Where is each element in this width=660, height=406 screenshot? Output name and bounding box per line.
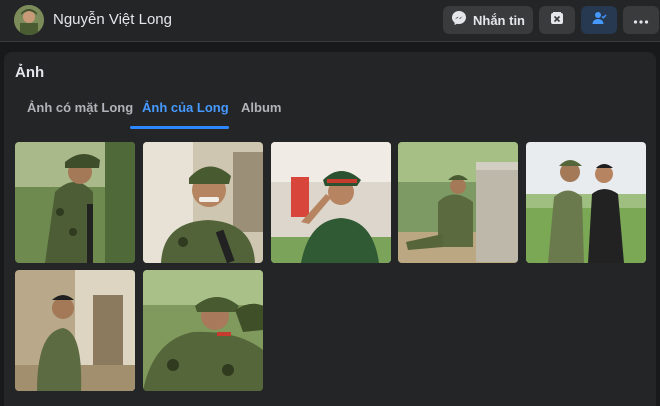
more-icon (633, 11, 649, 29)
active-tab-indicator (130, 126, 229, 129)
more-options-button[interactable] (623, 6, 659, 34)
photo-thumbnail[interactable] (143, 270, 263, 391)
message-button-label: Nhắn tin (473, 12, 525, 28)
photo-thumbnail[interactable] (398, 142, 518, 263)
tab-photos-of-long[interactable]: Ảnh có mặt Long (27, 100, 133, 115)
tab-photos-by-long[interactable]: Ảnh của Long (142, 100, 229, 115)
message-button[interactable]: Nhắn tin (443, 6, 533, 34)
friends-button[interactable] (581, 6, 617, 34)
photo-thumbnail[interactable] (143, 142, 263, 263)
archive-button[interactable] (539, 6, 575, 34)
photo-thumbnail[interactable] (15, 142, 135, 263)
avatar[interactable] (14, 5, 44, 35)
archive-icon (550, 11, 564, 30)
photo-thumbnail[interactable] (526, 142, 646, 263)
tab-album[interactable]: Album (241, 100, 281, 115)
profile-header-bar: Nguyễn Việt Long Nhắn tin (0, 0, 660, 42)
profile-name[interactable]: Nguyễn Việt Long (53, 11, 172, 28)
photos-section-title: Ảnh (15, 64, 45, 81)
messenger-icon (451, 10, 467, 31)
friend-check-icon (591, 10, 607, 31)
photo-thumbnail[interactable] (15, 270, 135, 391)
photo-thumbnail[interactable] (271, 142, 391, 263)
